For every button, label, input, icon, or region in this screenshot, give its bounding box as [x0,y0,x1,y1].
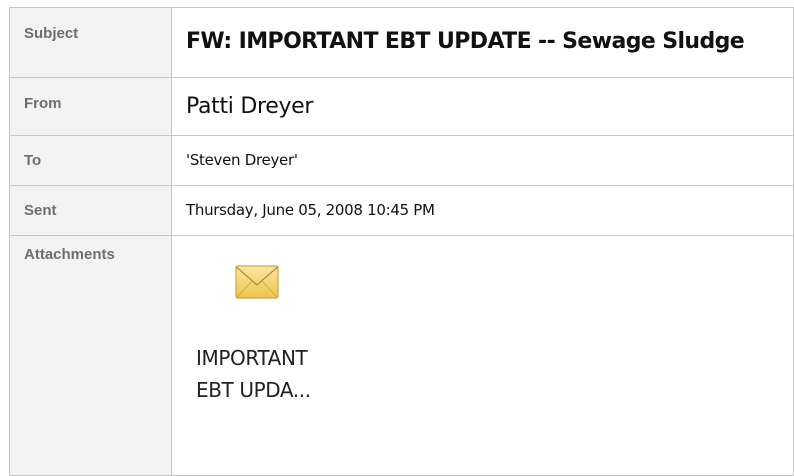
attachment-item[interactable]: IMPORTANT EBT UPDA... [186,236,406,466]
attachments-cell: IMPORTANT EBT UPDA... [171,235,794,476]
from-row: From Patti Dreyer [9,77,794,136]
subject-value: FW: IMPORTANT EBT UPDATE -- Sewage Sludg… [186,29,745,54]
attachments-row: Attachments IMPORTANT EBT UPDA... [9,235,794,476]
subject-row: Subject FW: IMPORTANT EBT UPDATE -- Sewa… [9,7,794,78]
from-label: From [9,77,172,136]
to-value: 'Steven Dreyer' [186,151,298,169]
sent-row: Sent Thursday, June 05, 2008 10:45 PM [9,185,794,236]
to-label: To [9,135,172,186]
sent-value-cell: Thursday, June 05, 2008 10:45 PM [171,185,794,236]
to-value-cell: 'Steven Dreyer' [171,135,794,186]
envelope-icon [235,265,279,299]
from-value: Patti Dreyer [186,94,314,119]
sent-label: Sent [9,185,172,236]
attachment-name-line1: IMPORTANT [196,346,308,370]
email-header-table: Subject FW: IMPORTANT EBT UPDATE -- Sewa… [9,7,794,476]
to-row: To 'Steven Dreyer' [9,135,794,186]
sent-value: Thursday, June 05, 2008 10:45 PM [186,201,435,219]
attachment-name-line2: EBT UPDA... [196,378,311,402]
subject-value-cell: FW: IMPORTANT EBT UPDATE -- Sewage Sludg… [171,7,794,78]
from-value-cell: Patti Dreyer [171,77,794,136]
attachments-label: Attachments [9,235,172,476]
subject-label: Subject [9,7,172,78]
attachment-name[interactable]: IMPORTANT EBT UPDA... [196,342,376,406]
